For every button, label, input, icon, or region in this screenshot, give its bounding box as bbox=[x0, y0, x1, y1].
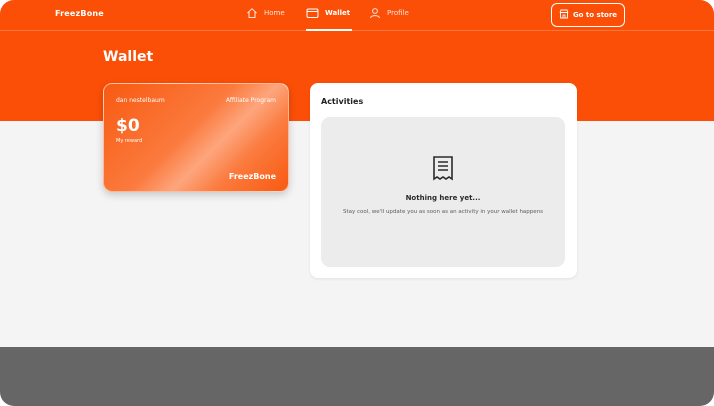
card-user-name: dan nestelbaum bbox=[116, 97, 165, 104]
go-to-store-label: Go to store bbox=[572, 11, 618, 19]
activities-empty-state: Nothing here yet... Stay cool, we'll upd… bbox=[321, 117, 565, 267]
nav-profile-label: Profile bbox=[387, 9, 409, 17]
nav-home-label: Home bbox=[264, 9, 285, 17]
activities-title: Activities bbox=[321, 97, 364, 106]
reward-caption: My reward bbox=[116, 138, 143, 144]
app-frame: FreezBone Home Wallet Profile Go to stor… bbox=[0, 0, 714, 406]
empty-state-description: Stay cool, we'll update you as soon as a… bbox=[342, 209, 544, 215]
store-icon bbox=[559, 9, 569, 21]
receipt-icon bbox=[431, 155, 455, 185]
activities-panel: Activities Nothing here yet... Stay cool… bbox=[310, 83, 577, 278]
empty-state-title: Nothing here yet... bbox=[405, 194, 481, 202]
nav-home[interactable]: Home bbox=[246, 7, 285, 31]
go-to-store-button[interactable]: Go to store bbox=[551, 3, 625, 27]
card-program-name: Affiliate Program bbox=[225, 97, 276, 104]
nav-wallet[interactable]: Wallet bbox=[306, 7, 353, 31]
nav-wallet-label: Wallet bbox=[325, 9, 351, 17]
reward-amount: $0 bbox=[116, 116, 140, 136]
page-title: Wallet bbox=[103, 49, 154, 65]
brand-logo[interactable]: FreezBone bbox=[55, 9, 104, 18]
user-icon bbox=[369, 7, 381, 19]
reward-card[interactable]: dan nestelbaum Affiliate Program $0 My r… bbox=[103, 83, 289, 192]
card-brand-logo: FreezBone bbox=[228, 172, 276, 181]
nav-profile[interactable]: Profile bbox=[369, 7, 409, 31]
home-icon bbox=[246, 7, 258, 19]
wallet-icon bbox=[306, 7, 319, 19]
top-navbar: FreezBone Home Wallet Profile Go to stor… bbox=[0, 0, 714, 31]
footer bbox=[0, 347, 714, 406]
